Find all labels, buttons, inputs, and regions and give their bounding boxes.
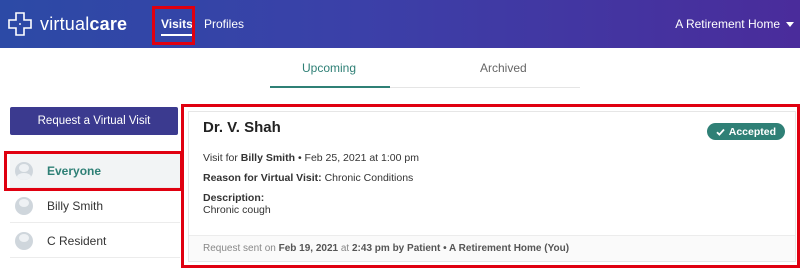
top-navigation-bar: virtualcare Visits Profiles A Retirement… <box>0 0 800 48</box>
sidebar-item-c-resident[interactable]: C Resident <box>10 224 180 258</box>
app-logo[interactable]: virtualcare <box>8 8 127 40</box>
sidebar-item-label: Billy Smith <box>47 198 104 213</box>
app-name: virtualcare <box>40 13 128 34</box>
medical-cross-icon <box>8 12 32 36</box>
organization-selector[interactable]: A Retirement Home <box>675 17 794 31</box>
sidebar-item-label: C Resident <box>47 233 107 248</box>
chevron-down-icon <box>786 21 794 27</box>
highlight-box-visits <box>152 6 195 45</box>
sidebar-item-billy-smith[interactable]: Billy Smith <box>10 189 180 223</box>
tab-archived[interactable]: Archived <box>480 61 527 75</box>
tab-upcoming[interactable]: Upcoming <box>302 61 356 75</box>
organization-name: A Retirement Home <box>675 17 780 31</box>
avatar-icon <box>15 231 33 250</box>
nav-profiles[interactable]: Profiles <box>204 17 244 31</box>
request-virtual-visit-button[interactable]: Request a Virtual Visit <box>10 107 178 135</box>
highlight-box-everyone <box>4 151 183 191</box>
visit-tabs: Upcoming Archived <box>270 48 580 88</box>
active-tab-indicator <box>270 86 390 88</box>
highlight-box-visit-card <box>181 104 800 268</box>
avatar-icon <box>15 196 33 215</box>
